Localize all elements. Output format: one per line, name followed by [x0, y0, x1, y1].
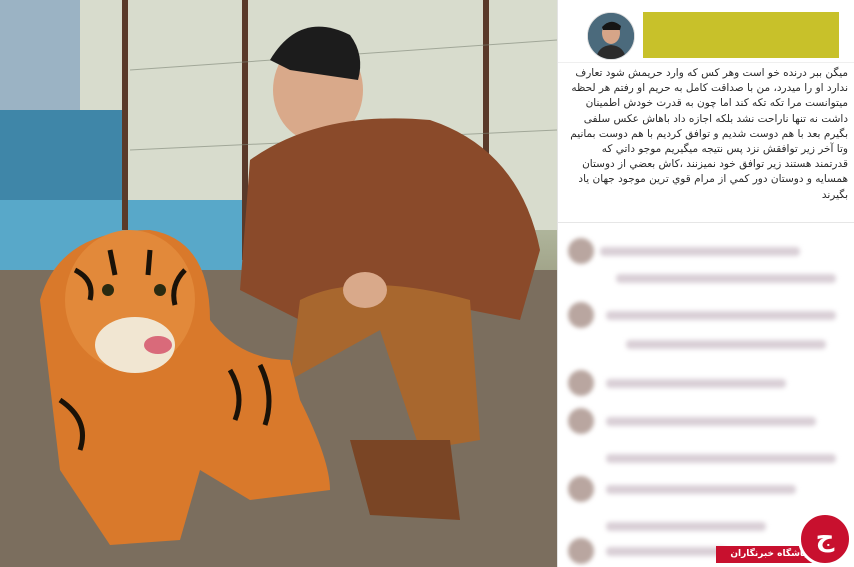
list-item [566, 476, 848, 502]
comment-avatar [568, 476, 594, 502]
comment-text-blurred [606, 379, 786, 388]
watermark-mark: ج [798, 512, 852, 566]
avatar[interactable] [587, 12, 635, 60]
comment-text-blurred [606, 485, 796, 494]
comment-text-blurred [606, 454, 836, 463]
comment-text-blurred [606, 311, 836, 320]
list-item [566, 332, 848, 358]
comment-avatar [568, 408, 594, 434]
list-item [566, 408, 848, 434]
list-item [566, 370, 848, 396]
post-header [558, 0, 854, 63]
comment-text-blurred [616, 274, 836, 283]
list-item [566, 266, 848, 292]
post-caption: میگن ببر درنده خو است وهر کس که وارد حری… [570, 67, 848, 201]
redacted-username [643, 12, 839, 58]
comment-avatar [568, 302, 594, 328]
list-item [566, 238, 848, 264]
post-photo [0, 0, 557, 567]
comment-text-blurred [606, 547, 726, 556]
avatar-image [588, 13, 634, 59]
watermark-logo: باشگاه خبرنگاران ج [716, 512, 854, 567]
comment-text-blurred [600, 247, 800, 256]
comment-text-blurred [626, 340, 826, 349]
comment-avatar [568, 370, 594, 396]
list-item [566, 446, 848, 472]
comment-avatar [568, 538, 594, 564]
post-photo-illustration [0, 0, 557, 567]
comment-avatar [568, 238, 594, 264]
comment-text-blurred [606, 417, 816, 426]
list-item [566, 302, 848, 328]
post-sidebar: میگن ببر درنده خو است وهر کس که وارد حری… [557, 0, 854, 567]
caption-divider [558, 222, 854, 223]
